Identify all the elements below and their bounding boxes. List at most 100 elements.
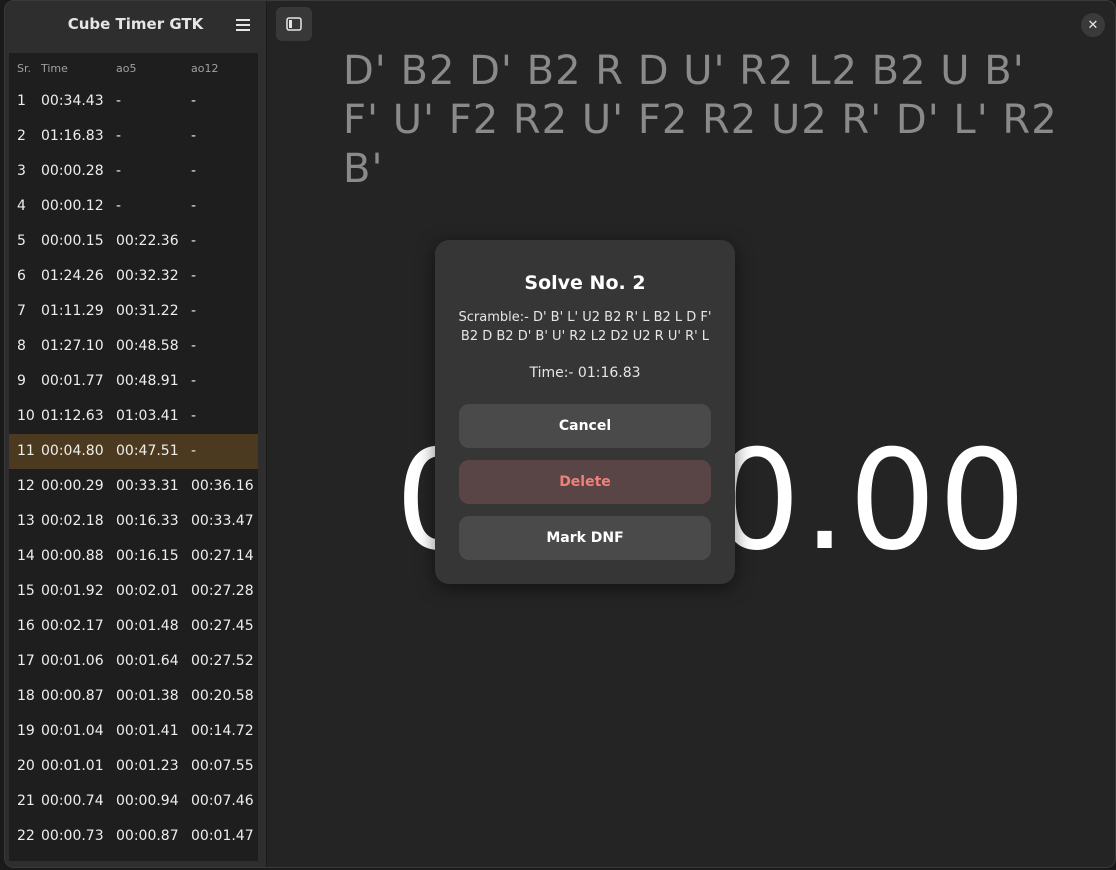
row-time: 00:00.73 [41, 828, 104, 844]
row-sr: 16 [17, 618, 35, 634]
row-ao5: 00:02.01 [116, 583, 179, 599]
row-ao5: 00:31.22 [116, 303, 179, 319]
table-row[interactable]: 13 00:02.18 00:16.33 00:33.47 [9, 504, 258, 539]
row-ao12: 00:27.52 [191, 653, 254, 669]
row-ao5: 00:01.38 [116, 688, 179, 704]
header-time: Time [41, 62, 68, 75]
table-row[interactable]: 16 00:02.17 00:01.48 00:27.45 [9, 609, 258, 644]
row-ao5: 00:32.32 [116, 268, 179, 284]
row-ao5: - [116, 93, 122, 109]
row-sr: 9 [17, 373, 26, 389]
row-ao5: 00:48.58 [116, 338, 179, 354]
header-sr: Sr. [17, 62, 31, 75]
row-time: 00:00.87 [41, 688, 104, 704]
header-ao12: ao12 [191, 62, 219, 75]
row-ao12: 00:36.16 [191, 478, 254, 494]
row-time: 00:00.15 [41, 233, 104, 249]
row-sr: 7 [17, 303, 26, 319]
row-time: 01:16.83 [41, 128, 104, 144]
row-ao5: 00:16.15 [116, 548, 179, 564]
main-menu-button[interactable] [229, 11, 257, 39]
row-sr: 15 [17, 583, 35, 599]
table-row[interactable]: 7 01:11.29 00:31.22- [9, 294, 258, 329]
table-row[interactable]: 22 00:00.73 00:00.87 00:01.47 [9, 819, 258, 854]
row-time: 00:00.88 [41, 548, 104, 564]
row-time: 00:02.18 [41, 513, 104, 529]
row-ao12: 00:27.14 [191, 548, 254, 564]
sidebar: Cube Timer GTK Sr. Time ao5 ao12 1 00:34.… [5, 1, 267, 867]
row-ao5: 00:01.64 [116, 653, 179, 669]
row-time: 00:00.28 [41, 163, 104, 179]
row-ao12: 00:07.46 [191, 793, 254, 809]
row-sr: 17 [17, 653, 35, 669]
row-ao5: 00:33.31 [116, 478, 179, 494]
table-row[interactable]: 11 00:04.80 00:47.51- [9, 434, 258, 469]
row-ao12: - [191, 443, 197, 459]
sidebar-toggle-button[interactable] [276, 7, 312, 41]
row-ao5: 00:01.41 [116, 723, 179, 739]
table-row[interactable]: 14 00:00.88 00:16.15 00:27.14 [9, 539, 258, 574]
table-row[interactable]: 17 00:01.06 00:01.64 00:27.52 [9, 644, 258, 679]
row-sr: 5 [17, 233, 26, 249]
row-time: 00:00.29 [41, 478, 104, 494]
table-row[interactable]: 5 00:00.15 00:22.36- [9, 224, 258, 259]
table-row[interactable]: 1 00:34.43- - [9, 84, 258, 119]
header-ao5: ao5 [116, 62, 137, 75]
cancel-button[interactable]: Cancel [459, 404, 711, 448]
table-row[interactable]: 12 00:00.29 00:33.31 00:36.16 [9, 469, 258, 504]
row-sr: 2 [17, 128, 26, 144]
table-row[interactable]: 15 00:01.92 00:02.01 00:27.28 [9, 574, 258, 609]
row-ao12: - [191, 163, 197, 179]
row-sr: 8 [17, 338, 26, 354]
table-row[interactable]: 3 00:00.28- - [9, 154, 258, 189]
row-sr: 12 [17, 478, 35, 494]
dialog-scramble: Scramble:- D' B' L' U2 B2 R' L B2 L D F'… [458, 310, 712, 344]
solves-list-header: Sr. Time ao5 ao12 [9, 53, 258, 83]
current-scramble: D' B2 D' B2 R D U' R2 L2 B2 U B' F' U' F… [343, 48, 1058, 192]
dialog-title: Solve No. 2 [524, 272, 646, 294]
row-ao12: - [191, 198, 197, 214]
table-row[interactable]: 8 01:27.10 00:48.58- [9, 329, 258, 364]
row-ao5: - [116, 198, 122, 214]
table-row[interactable]: 18 00:00.87 00:01.38 00:20.58 [9, 679, 258, 714]
solves-list[interactable]: Sr. Time ao5 ao12 1 00:34.43- -2 01:16.83- -… [9, 53, 258, 861]
row-ao12: 00:27.45 [191, 618, 254, 634]
mark-dnf-button[interactable]: Mark DNF [459, 516, 711, 560]
table-row[interactable]: 9 00:01.77 00:48.91- [9, 364, 258, 399]
table-row[interactable]: 20 00:01.01 00:01.23 00:07.55 [9, 749, 258, 784]
solve-dialog: Solve No. 2 Scramble:- D' B' L' U2 B2 R'… [435, 240, 735, 584]
row-sr: 6 [17, 268, 26, 284]
row-sr: 3 [17, 163, 26, 179]
row-time: 00:00.74 [41, 793, 104, 809]
row-ao5: 00:48.91 [116, 373, 179, 389]
row-ao5: - [116, 163, 122, 179]
delete-button[interactable]: Delete [459, 460, 711, 504]
table-row[interactable]: 21 00:00.74 00:00.94 00:07.46 [9, 784, 258, 819]
row-ao12: 00:07.55 [191, 758, 254, 774]
row-ao5: 00:47.51 [116, 443, 179, 459]
close-window-button[interactable]: ✕ [1081, 13, 1105, 37]
row-sr: 4 [17, 198, 26, 214]
row-sr: 22 [17, 828, 35, 844]
hamburger-menu-icon [236, 19, 250, 31]
row-sr: 19 [17, 723, 35, 739]
row-ao5: 00:01.48 [116, 618, 179, 634]
table-row[interactable]: 10 01:12.63 01:03.41- [9, 399, 258, 434]
row-sr: 11 [17, 443, 35, 459]
row-time: 01:24.26 [41, 268, 104, 284]
row-ao5: 00:00.94 [116, 793, 179, 809]
row-ao12: - [191, 303, 197, 319]
row-time: 00:01.77 [41, 373, 104, 389]
row-ao12: 00:01.47 [191, 828, 254, 844]
row-sr: 13 [17, 513, 35, 529]
row-time: 01:11.29 [41, 303, 104, 319]
row-sr: 14 [17, 548, 35, 564]
table-row[interactable]: 2 01:16.83- - [9, 119, 258, 154]
table-row[interactable]: 19 00:01.04 00:01.41 00:14.72 [9, 714, 258, 749]
row-ao12: 00:20.58 [191, 688, 254, 704]
row-ao12: - [191, 373, 197, 389]
row-sr: 18 [17, 688, 35, 704]
table-row[interactable]: 6 01:24.26 00:32.32- [9, 259, 258, 294]
table-row[interactable]: 4 00:00.12- - [9, 189, 258, 224]
row-ao12: - [191, 93, 197, 109]
